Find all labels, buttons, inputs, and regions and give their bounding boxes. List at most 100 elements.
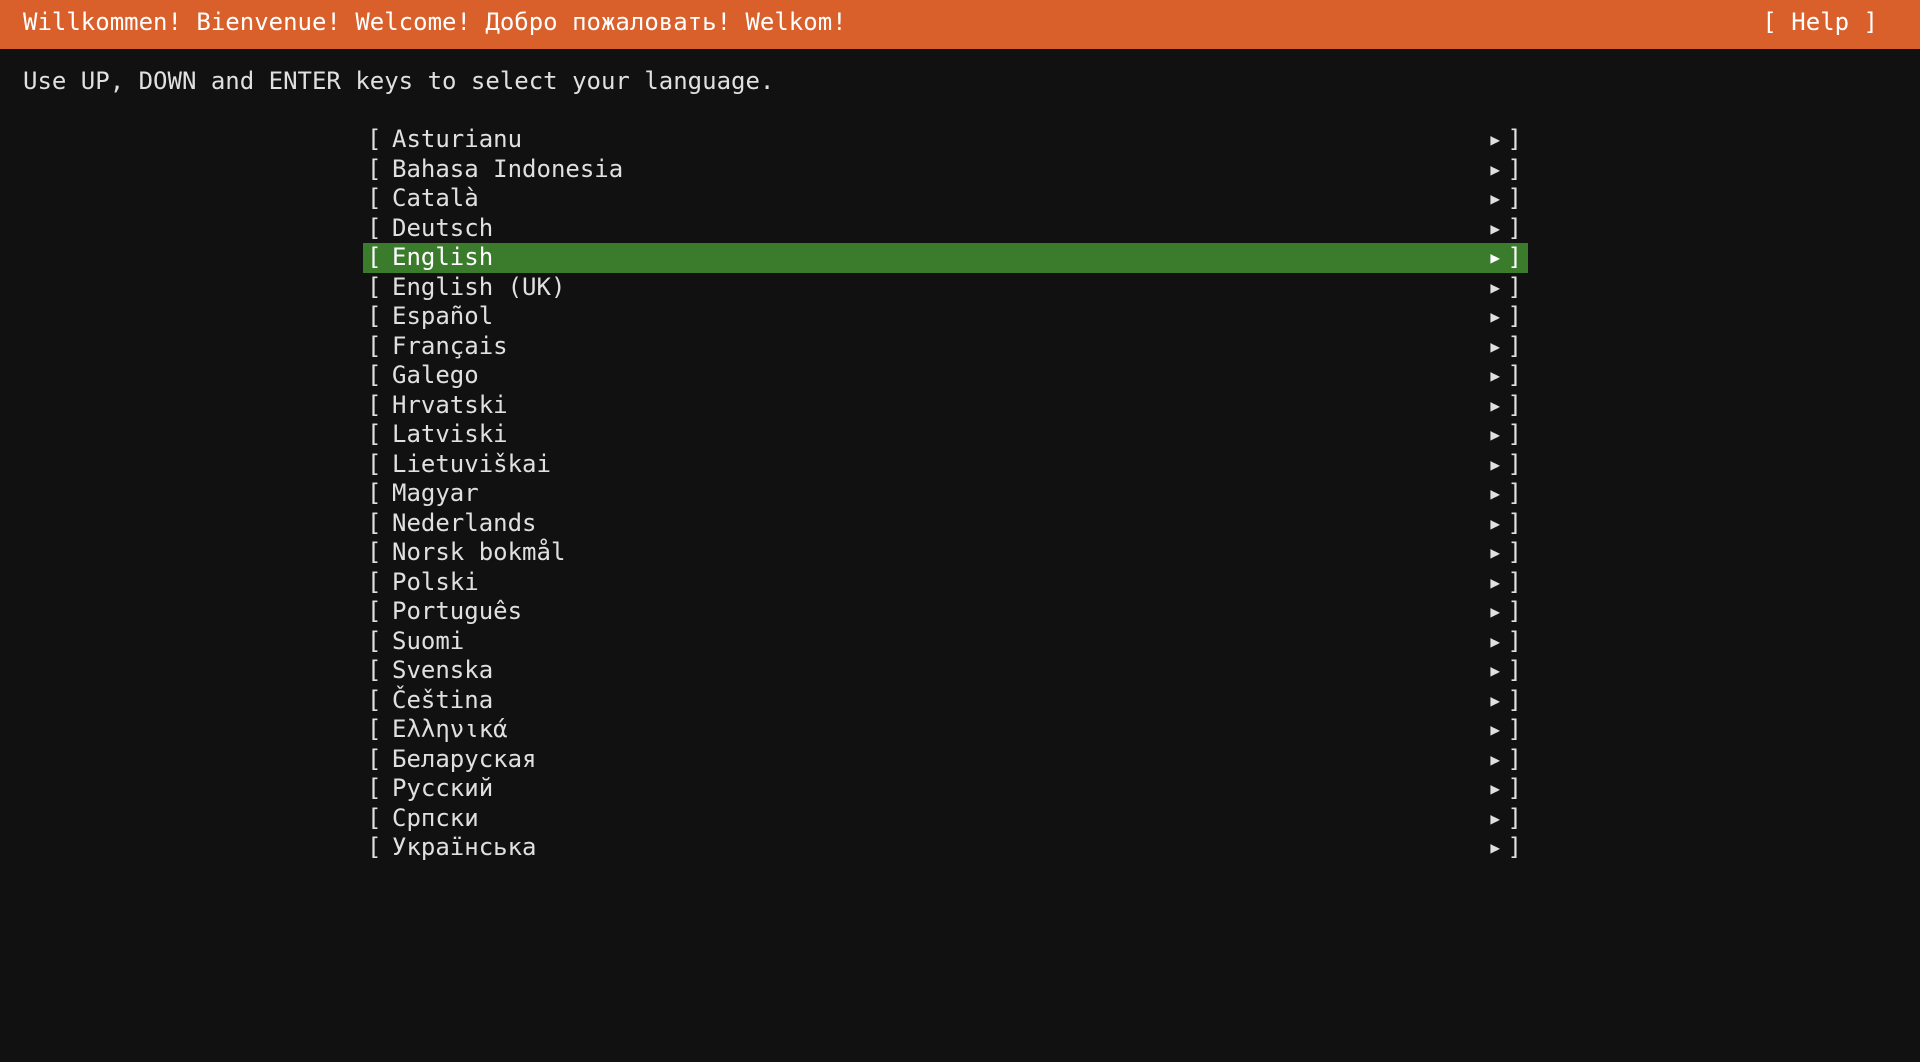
arrow-right-icon: ▶ <box>1490 484 1500 503</box>
language-label: Српски <box>392 803 479 832</box>
bracket-right: ] <box>1507 538 1522 566</box>
language-label: Русский <box>392 774 494 802</box>
language-option[interactable]: [ Deutsch ▶] <box>363 214 1528 244</box>
language-option[interactable]: [Suomi ▶] <box>363 627 1528 657</box>
arrow-right-icon: ▶ <box>1490 602 1500 621</box>
bracket-right: ] <box>1507 420 1522 448</box>
bracket-right: ] <box>1507 449 1522 478</box>
language-label: Українська <box>392 833 537 861</box>
language-option[interactable]: [English (UK) ▶] <box>363 273 1528 303</box>
language-option[interactable]: [Беларуская ▶] <box>363 745 1528 775</box>
language-label: Suomi <box>392 626 465 655</box>
bracket-right: ] <box>1507 154 1522 183</box>
language-option[interactable]: [ Українська ▶] <box>363 833 1528 863</box>
bracket-right: ] <box>1507 302 1522 330</box>
bracket-right: ] <box>1507 213 1522 242</box>
arrow-right-icon: ▶ <box>1490 307 1500 326</box>
language-label: Deutsch <box>392 213 494 242</box>
bracket-left: [ <box>367 685 382 714</box>
language-option[interactable]: [Polski ▶] <box>363 568 1528 598</box>
language-label: Svenska <box>392 656 494 684</box>
bracket-left: [ <box>367 774 382 802</box>
arrow-right-icon: ▶ <box>1490 661 1500 680</box>
language-option[interactable]: [Català ▶] <box>363 184 1528 214</box>
arrow-right-icon: ▶ <box>1490 720 1500 739</box>
arrow-right-icon: ▶ <box>1490 690 1500 710</box>
bracket-left: [ <box>367 302 382 330</box>
language-option[interactable]: [Српски ▶] <box>363 804 1528 834</box>
language-label: Bahasa Indonesia <box>392 154 624 183</box>
arrow-right-icon: ▶ <box>1490 277 1500 297</box>
language-label: Français <box>392 331 508 360</box>
language-label: Lietuviškai <box>392 449 551 478</box>
language-option[interactable]: [English ▶] <box>363 243 1528 273</box>
arrow-right-icon: ▶ <box>1490 838 1500 857</box>
bracket-right: ] <box>1507 390 1522 419</box>
language-option[interactable]: [ Lietuviškai ▶] <box>363 450 1528 480</box>
arrow-right-icon: ▶ <box>1490 395 1500 415</box>
arrow-right-icon: ▶ <box>1490 159 1500 179</box>
language-label: Asturianu <box>392 125 523 153</box>
bracket-right: ] <box>1507 272 1522 301</box>
language-option[interactable]: [Português ▶] <box>363 597 1528 627</box>
language-label: Español <box>392 302 494 330</box>
bracket-right: ] <box>1507 567 1522 596</box>
language-label: Magyar <box>392 479 479 507</box>
bracket-right: ] <box>1507 833 1522 861</box>
language-option[interactable]: [Français ▶] <box>363 332 1528 362</box>
arrow-right-icon: ▶ <box>1490 248 1500 267</box>
language-label: Galego <box>392 361 479 389</box>
arrow-right-icon: ▶ <box>1490 572 1500 592</box>
bracket-left: [ <box>367 567 382 596</box>
language-option[interactable]: [Galego ▶] <box>363 361 1528 391</box>
language-option[interactable]: [Svenska ▶] <box>363 656 1528 686</box>
bracket-right: ] <box>1507 184 1522 212</box>
help-button[interactable]: [ Help ] <box>1762 0 1878 45</box>
bracket-right: ] <box>1507 685 1522 714</box>
language-option[interactable]: [Magyar ▶] <box>363 479 1528 509</box>
bracket-right: ] <box>1507 715 1522 743</box>
arrow-right-icon: ▶ <box>1490 808 1500 828</box>
bracket-left: [ <box>367 243 382 271</box>
language-option[interactable]: [Nederlands ▶] <box>363 509 1528 539</box>
language-option[interactable]: [Norsk bokmål ▶] <box>363 538 1528 568</box>
arrow-right-icon: ▶ <box>1490 779 1500 798</box>
bracket-left: [ <box>367 390 382 419</box>
language-option[interactable]: [Asturianu ▶] <box>363 125 1528 155</box>
arrow-right-icon: ▶ <box>1490 543 1500 562</box>
arrow-right-icon: ▶ <box>1490 513 1500 533</box>
bracket-left: [ <box>367 833 382 861</box>
bracket-right: ] <box>1507 479 1522 507</box>
bracket-left: [ <box>367 449 382 478</box>
language-option[interactable]: [Latviski ▶] <box>363 420 1528 450</box>
arrow-right-icon: ▶ <box>1490 425 1500 444</box>
language-option[interactable]: [Ελληνικά ▶] <box>363 715 1528 745</box>
language-label: Ελληνικά <box>392 715 508 743</box>
arrow-right-icon: ▶ <box>1490 218 1500 238</box>
bracket-left: [ <box>367 154 382 183</box>
language-option[interactable]: [ Hrvatski ▶] <box>363 391 1528 421</box>
arrow-right-icon: ▶ <box>1490 631 1500 651</box>
arrow-right-icon: ▶ <box>1490 130 1500 149</box>
bracket-left: [ <box>367 508 382 537</box>
bracket-left: [ <box>367 184 382 212</box>
bracket-right: ] <box>1507 744 1522 773</box>
bracket-right: ] <box>1507 626 1522 655</box>
arrow-right-icon: ▶ <box>1490 749 1500 769</box>
language-label: Беларуская <box>392 744 537 773</box>
bracket-left: [ <box>367 597 382 625</box>
language-label: Čeština <box>392 685 494 714</box>
language-option[interactable]: [ Español ▶] <box>363 302 1528 332</box>
language-label: Latviski <box>392 420 508 448</box>
bracket-left: [ <box>367 272 382 301</box>
language-option[interactable]: [ Čeština ▶] <box>363 686 1528 716</box>
language-label: Hrvatski <box>392 390 508 419</box>
bracket-right: ] <box>1507 656 1522 684</box>
language-option[interactable]: [ Bahasa Indonesia ▶] <box>363 155 1528 185</box>
arrow-right-icon: ▶ <box>1490 454 1500 474</box>
bracket-left: [ <box>367 213 382 242</box>
language-option[interactable]: [Русский ▶] <box>363 774 1528 804</box>
header-bar: Willkommen! Bienvenue! Welcome! Добро по… <box>0 0 1920 49</box>
bracket-right: ] <box>1507 331 1522 360</box>
language-label: English <box>392 243 494 271</box>
